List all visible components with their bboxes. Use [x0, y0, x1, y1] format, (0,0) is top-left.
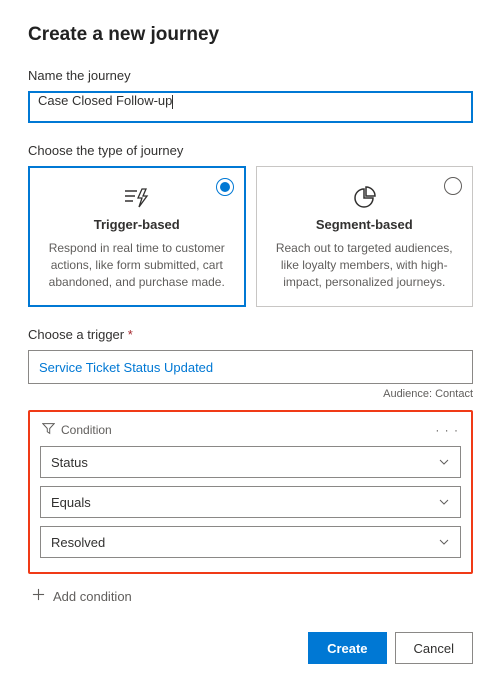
filter-icon	[42, 422, 55, 438]
trigger-input[interactable]: Service Ticket Status Updated	[28, 350, 473, 384]
card-title: Trigger-based	[43, 217, 231, 232]
pie-chart-icon	[271, 185, 459, 211]
trigger-label: Choose a trigger *	[28, 327, 473, 342]
journey-type-label: Choose the type of journey	[28, 143, 473, 158]
condition-attribute-dropdown[interactable]: Status	[40, 446, 461, 478]
card-desc: Respond in real time to customer actions…	[43, 240, 231, 290]
condition-box: Condition · · · Status Equals Resolved	[28, 410, 473, 574]
audience-label: Audience: Contact	[28, 388, 473, 400]
dropdown-value: Equals	[51, 495, 91, 510]
text-cursor	[172, 95, 173, 109]
condition-value-dropdown[interactable]: Resolved	[40, 526, 461, 558]
chevron-down-icon	[438, 496, 450, 508]
radio-dot	[220, 182, 230, 192]
journey-type-section: Choose the type of journey Trigger-based…	[28, 143, 473, 307]
chevron-down-icon	[438, 456, 450, 468]
journey-name-label: Name the journey	[28, 68, 473, 83]
plus-icon	[32, 588, 45, 604]
page-title: Create a new journey	[28, 24, 473, 46]
required-star-icon: *	[128, 327, 133, 342]
radio-icon	[444, 177, 462, 195]
trigger-label-text: Choose a trigger	[28, 327, 124, 342]
condition-header-left: Condition	[42, 422, 112, 438]
cancel-button[interactable]: Cancel	[395, 632, 473, 664]
condition-header: Condition · · ·	[40, 422, 461, 438]
trigger-section: Choose a trigger * Service Ticket Status…	[28, 327, 473, 400]
dropdown-value: Resolved	[51, 535, 105, 550]
journey-name-section: Name the journey Case Closed Follow-up	[28, 68, 473, 123]
type-card-segment-based[interactable]: Segment-based Reach out to targeted audi…	[256, 166, 474, 307]
add-condition-label: Add condition	[53, 589, 132, 604]
bolt-icon	[43, 185, 231, 211]
condition-operator-dropdown[interactable]: Equals	[40, 486, 461, 518]
journey-type-cards: Trigger-based Respond in real time to cu…	[28, 166, 473, 307]
radio-icon	[216, 178, 234, 196]
journey-name-value: Case Closed Follow-up	[38, 93, 172, 108]
add-condition-button[interactable]: Add condition	[28, 586, 473, 606]
card-title: Segment-based	[271, 217, 459, 232]
more-icon[interactable]: · · ·	[435, 423, 459, 437]
create-button[interactable]: Create	[308, 632, 386, 664]
condition-header-label: Condition	[61, 423, 112, 437]
type-card-trigger-based[interactable]: Trigger-based Respond in real time to cu…	[28, 166, 246, 307]
card-desc: Reach out to targeted audiences, like lo…	[271, 240, 459, 290]
dropdown-value: Status	[51, 455, 88, 470]
trigger-value: Service Ticket Status Updated	[39, 360, 213, 375]
footer-buttons: Create Cancel	[28, 632, 473, 664]
journey-name-input[interactable]: Case Closed Follow-up	[28, 91, 473, 123]
chevron-down-icon	[438, 536, 450, 548]
